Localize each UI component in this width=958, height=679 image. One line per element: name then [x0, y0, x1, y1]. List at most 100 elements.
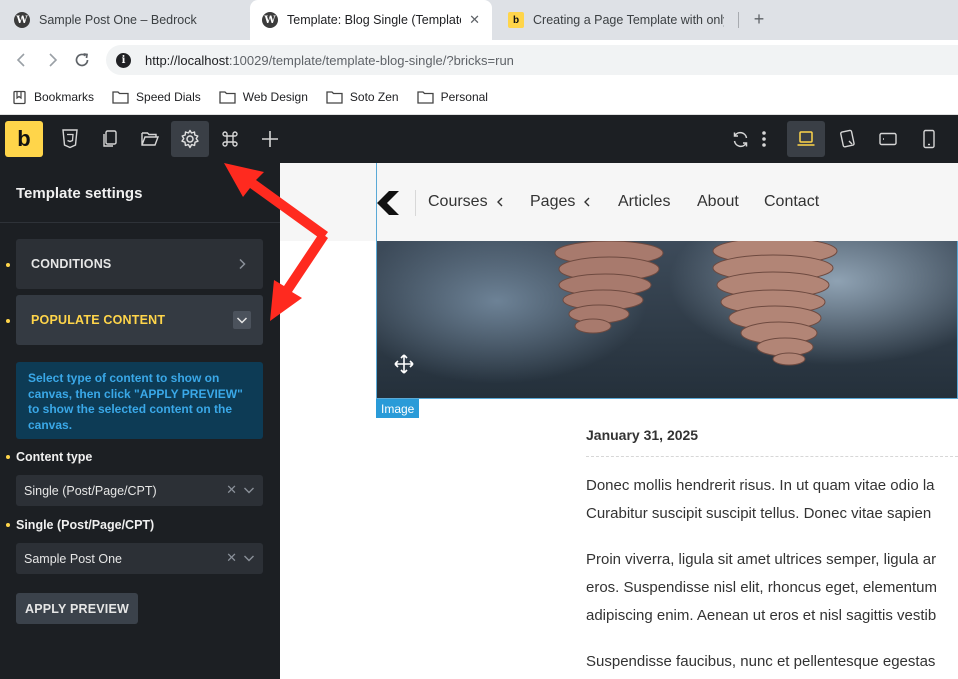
bookmarks-bar: Bookmarks Speed Dials Web Design Soto Ze…	[0, 80, 958, 115]
single-post-select[interactable]: Sample Post One ✕	[16, 543, 263, 574]
clear-icon[interactable]: ✕	[226, 482, 237, 498]
paragraph-line: eros. Suspendisse nisl elit, rhoncus ege…	[586, 579, 938, 596]
paragraph-line: adipiscing enim. Aenean ut eros et nisl …	[586, 607, 937, 624]
section-indicator-dot	[6, 263, 10, 267]
tab-title: Sample Post One – Bedrock	[39, 13, 197, 27]
tablet-landscape-icon[interactable]	[829, 121, 867, 157]
paragraph-line: Donec mollis hendrerit risus. In ut quam…	[586, 477, 935, 494]
paragraph-line: Suspendisse faucibus, nunc et pellentesq…	[586, 653, 936, 670]
reload-icon[interactable]	[70, 48, 94, 72]
browser-tab-creating-template[interactable]: b Creating a Page Template with only W	[496, 0, 736, 40]
panel-title: Template settings	[16, 185, 143, 202]
content-type-label: Content type	[16, 450, 93, 464]
browser-tab-strip: W Sample Post One – Bedrock W Template: …	[0, 0, 958, 40]
bookmark-label: Speed Dials	[136, 90, 201, 104]
laptop-breakpoint-icon[interactable]	[787, 121, 825, 157]
bookmark-web-design[interactable]: Web Design	[219, 90, 308, 104]
tab-title: Creating a Page Template with only W	[533, 13, 724, 27]
conditions-section-toggle[interactable]: CONDITIONS	[16, 239, 263, 289]
pinecone-illustration	[554, 241, 838, 366]
featured-image[interactable]	[376, 241, 958, 399]
nav-about[interactable]: About	[697, 193, 739, 211]
content-type-value: Single (Post/Page/CPT)	[24, 483, 157, 498]
bookmarks-icon	[13, 90, 26, 104]
section-label: POPULATE CONTENT	[31, 313, 166, 327]
browser-tab-template[interactable]: W Template: Blog Single (Template) ✕	[250, 0, 492, 40]
bookmark-soto-zen[interactable]: Soto Zen	[326, 90, 399, 104]
browser-tab-sample-post[interactable]: W Sample Post One – Bedrock	[2, 0, 246, 40]
nav-contact[interactable]: Contact	[764, 193, 819, 211]
bricks-logo[interactable]: b	[5, 121, 43, 157]
site-logo-icon[interactable]	[377, 191, 401, 215]
tab-title: Template: Blog Single (Template)	[287, 13, 462, 27]
folder-open-icon[interactable]	[131, 121, 169, 157]
post-date: January 31, 2025	[586, 427, 699, 443]
chevron-right-icon	[233, 255, 251, 273]
move-handle-icon[interactable]	[394, 354, 414, 374]
section-label: CONDITIONS	[31, 257, 112, 271]
populate-content-info: Select type of content to show on canvas…	[16, 362, 263, 439]
builder-toolbar: b	[0, 115, 958, 163]
folder-icon	[219, 91, 236, 104]
post-paragraph: Suspendisse faucibus, nunc et pellentesq…	[586, 648, 958, 676]
section-indicator-dot	[6, 319, 10, 323]
date-divider	[586, 456, 958, 457]
more-options-icon[interactable]	[752, 121, 776, 157]
bookmark-bookmarks[interactable]: Bookmarks	[12, 90, 94, 105]
site-info-icon[interactable]: i	[116, 52, 131, 68]
bookmark-personal[interactable]: Personal	[416, 90, 488, 104]
tab-separator	[738, 12, 739, 28]
url-host: http://localhost	[145, 52, 229, 68]
nav-label: Pages	[530, 193, 576, 210]
pages-icon[interactable]	[91, 121, 129, 157]
paragraph-line: Curabitur suscipit suscipit tellus. Done…	[586, 505, 932, 522]
chevron-left-icon	[496, 197, 503, 207]
forward-icon[interactable]	[40, 48, 64, 72]
populate-content-section-toggle[interactable]: POPULATE CONTENT	[16, 295, 263, 345]
nav-articles[interactable]: Articles	[618, 193, 670, 211]
folder-icon	[416, 91, 434, 104]
tablet-portrait-icon[interactable]	[869, 121, 907, 157]
chevron-down-icon	[243, 484, 255, 498]
bookmark-label: Personal	[440, 90, 488, 104]
nav-label: About	[697, 193, 739, 210]
mobile-breakpoint-icon[interactable]	[910, 121, 948, 157]
chevron-down-icon	[233, 311, 251, 329]
bookmark-label: Web Design	[242, 90, 308, 104]
apply-preview-button[interactable]: APPLY PREVIEW	[16, 593, 138, 624]
folder-icon	[112, 91, 129, 104]
bookmark-speed-dials[interactable]: Speed Dials	[112, 90, 201, 104]
chevron-left-icon	[584, 197, 590, 207]
post-paragraph: Proin viverra, ligula sit amet ultrices …	[586, 546, 958, 630]
chevron-down-icon	[243, 552, 255, 566]
builder-canvas: Courses Pages Articles About Contact Ima…	[280, 163, 958, 679]
command-icon[interactable]	[211, 121, 249, 157]
folder-icon	[326, 91, 343, 104]
single-post-label: Single (Post/Page/CPT)	[16, 518, 155, 532]
new-tab-icon[interactable]: +	[748, 8, 770, 30]
bookmark-label: Bookmarks	[34, 90, 95, 104]
address-bar[interactable]: i http://localhost:10029/template/templa…	[106, 45, 958, 75]
nav-label: Articles	[618, 193, 671, 210]
wordpress-icon: W	[14, 12, 30, 28]
nav-divider	[415, 190, 416, 216]
wordpress-icon: W	[262, 12, 278, 28]
element-label-tag: Image	[376, 399, 420, 418]
bricks-icon: b	[508, 12, 524, 28]
single-post-value: Sample Post One	[24, 551, 122, 566]
close-tab-icon[interactable]: ✕	[461, 12, 480, 28]
post-paragraph: Donec mollis hendrerit risus. In ut quam…	[586, 472, 958, 528]
url-path: :10029/template/template-blog-single/?br…	[228, 52, 514, 68]
clear-icon[interactable]: ✕	[226, 550, 237, 566]
add-element-icon[interactable]	[251, 121, 289, 157]
css3-icon[interactable]	[51, 121, 89, 157]
content-type-select[interactable]: Single (Post/Page/CPT) ✕	[16, 475, 263, 506]
back-icon[interactable]	[10, 48, 34, 72]
nav-courses[interactable]: Courses	[428, 193, 504, 211]
nav-label: Courses	[428, 193, 488, 210]
template-settings-panel: Template settings CONDITIONS POPULATE CO…	[0, 163, 280, 679]
settings-gear-icon[interactable]	[171, 121, 209, 157]
field-indicator-dot	[6, 455, 10, 459]
nav-pages[interactable]: Pages	[530, 193, 591, 211]
field-indicator-dot	[6, 523, 10, 527]
